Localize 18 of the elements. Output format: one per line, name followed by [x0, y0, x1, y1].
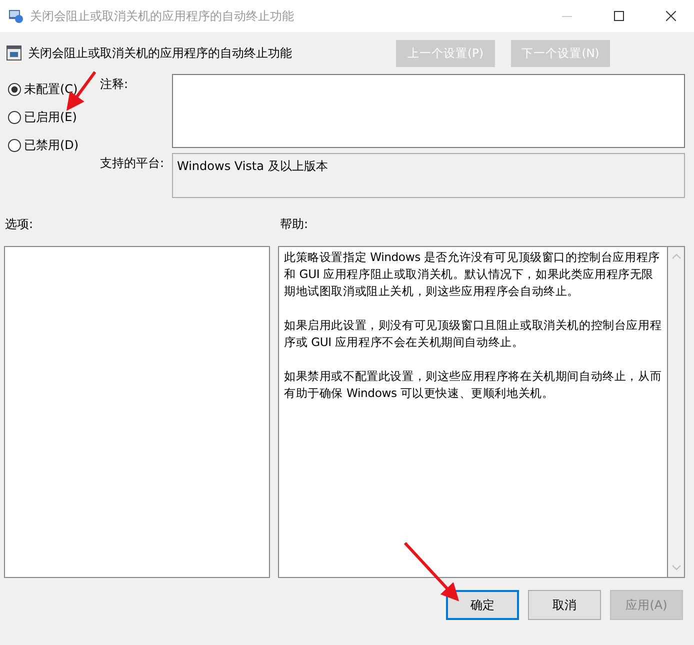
- window-title: 关闭会阻止或取消关机的应用程序的自动终止功能: [30, 8, 295, 24]
- close-icon[interactable]: [666, 11, 676, 21]
- maximize-icon[interactable]: [614, 11, 624, 21]
- radio-option[interactable]: 已启用(E): [8, 108, 100, 126]
- options-label: 选项:: [5, 216, 34, 231]
- policy-title: 关闭会阻止或取消关机的应用程序的自动终止功能: [28, 44, 293, 62]
- cancel-button[interactable]: 取消: [528, 590, 601, 620]
- radio-option[interactable]: 未配置(C): [8, 80, 100, 98]
- settings-page-icon: [6, 45, 22, 61]
- platform-field: Windows Vista 及以上版本: [172, 153, 685, 198]
- comment-field[interactable]: [172, 74, 685, 148]
- help-label: 帮助:: [280, 216, 308, 231]
- annotation-arrow: [404, 542, 460, 602]
- comment-label: 注释:: [100, 76, 130, 93]
- platform-label: 支持的平台:: [100, 155, 166, 172]
- radio-option[interactable]: 已禁用(D): [8, 136, 100, 154]
- ok-button[interactable]: 确定: [446, 590, 519, 620]
- policy-icon: [8, 8, 24, 24]
